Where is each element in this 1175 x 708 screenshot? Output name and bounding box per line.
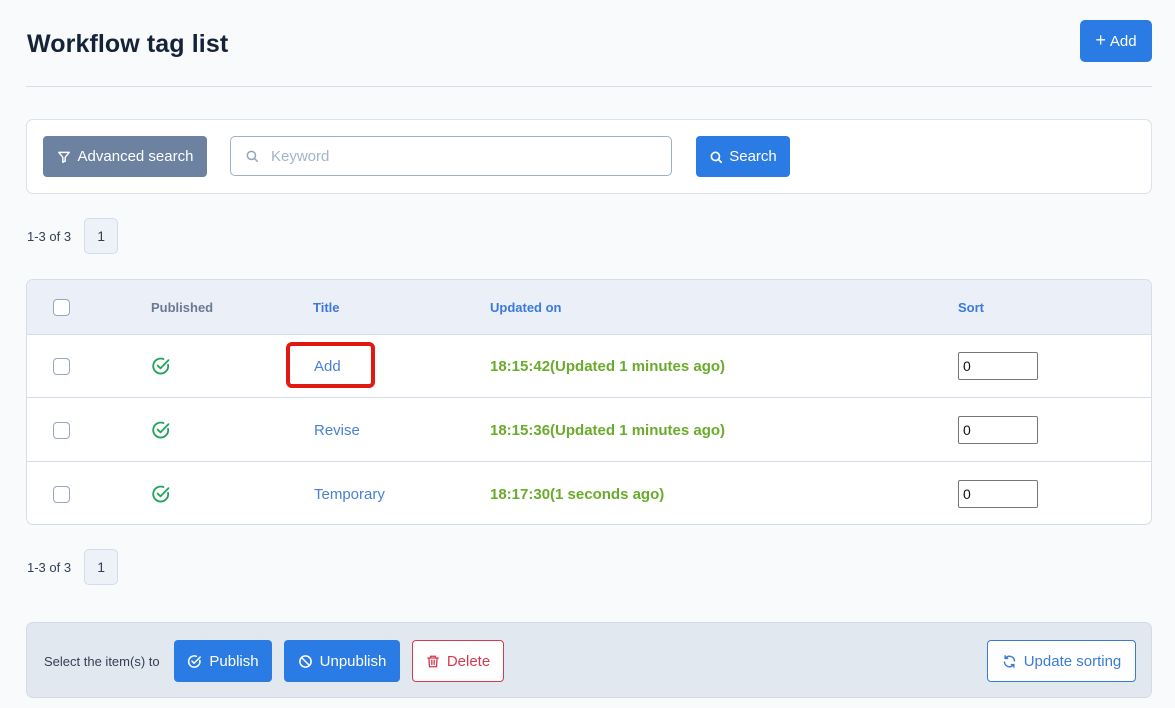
trash-icon [426, 654, 440, 669]
check-circle-icon [187, 654, 202, 669]
page-button-1[interactable]: 1 [84, 549, 119, 585]
delete-label: Delete [446, 652, 491, 670]
search-button-label: Search [729, 148, 777, 165]
header-divider [26, 86, 1152, 87]
page-title: Workflow tag list [27, 30, 229, 58]
search-icon [245, 149, 259, 163]
update-sorting-button[interactable]: Update sorting [987, 640, 1136, 682]
unpublish-label: Unpublish [319, 652, 387, 670]
column-header-published[interactable]: Published [151, 300, 213, 315]
search-panel: Advanced search Search [26, 119, 1152, 194]
row-sort-input[interactable] [958, 416, 1038, 444]
delete-button[interactable]: Delete [412, 640, 504, 682]
row-checkbox[interactable] [53, 358, 70, 375]
tag-table: Published Title Updated on Sort Add 18:1… [26, 279, 1152, 525]
advanced-search-button[interactable]: Advanced search [43, 136, 207, 177]
table-row: Revise 18:15:36(Updated 1 minutes ago) [27, 399, 1151, 462]
check-circle-icon[interactable] [151, 420, 171, 440]
ban-icon [298, 654, 313, 669]
row-checkbox[interactable] [53, 422, 70, 439]
row-title-link[interactable]: Add [314, 358, 341, 375]
update-sorting-label: Update sorting [1023, 652, 1122, 670]
row-updated-on: 18:17:30(1 seconds ago) [490, 486, 665, 503]
pagination-bottom: 1-3 of 3 1 [27, 549, 119, 585]
check-circle-icon[interactable] [151, 356, 171, 376]
add-button-label: Add [1109, 32, 1137, 50]
table-header: Published Title Updated on Sort [27, 280, 1151, 335]
refresh-icon [1002, 654, 1017, 669]
pagination-top: 1-3 of 3 1 [27, 218, 119, 254]
row-title-link[interactable]: Temporary [314, 486, 385, 503]
select-all-checkbox[interactable] [53, 299, 70, 316]
keyword-input[interactable] [271, 147, 651, 165]
check-circle-icon[interactable] [151, 484, 171, 504]
row-checkbox[interactable] [53, 486, 70, 503]
row-sort-input[interactable] [958, 352, 1038, 380]
search-icon [709, 150, 723, 164]
table-row: Temporary 18:17:30(1 seconds ago) [27, 463, 1151, 524]
row-sort-input[interactable] [958, 480, 1038, 508]
row-updated-on: 18:15:36(Updated 1 minutes ago) [490, 422, 726, 439]
advanced-search-label: Advanced search [77, 148, 194, 165]
page-button-1[interactable]: 1 [84, 218, 119, 254]
publish-label: Publish [209, 652, 259, 670]
row-title-link[interactable]: Revise [314, 422, 360, 439]
filter-icon [57, 150, 71, 164]
search-button[interactable]: Search [696, 136, 790, 177]
column-header-title[interactable]: Title [313, 300, 340, 315]
add-button[interactable]: + Add [1080, 20, 1152, 62]
bulk-action-bar: Select the item(s) to Publish Unpublish … [26, 622, 1152, 698]
keyword-search-field [230, 136, 672, 176]
table-row: Add 18:15:42(Updated 1 minutes ago) [27, 335, 1151, 398]
column-header-sort[interactable]: Sort [958, 300, 984, 315]
result-count: 1-3 of 3 [27, 228, 72, 244]
column-header-updated-on[interactable]: Updated on [490, 300, 562, 315]
plus-icon: + [1095, 30, 1106, 50]
unpublish-button[interactable]: Unpublish [284, 640, 400, 682]
publish-button[interactable]: Publish [174, 640, 272, 682]
result-count: 1-3 of 3 [27, 559, 72, 575]
row-updated-on: 18:15:42(Updated 1 minutes ago) [490, 358, 726, 375]
bulk-action-label: Select the item(s) to [44, 654, 160, 669]
